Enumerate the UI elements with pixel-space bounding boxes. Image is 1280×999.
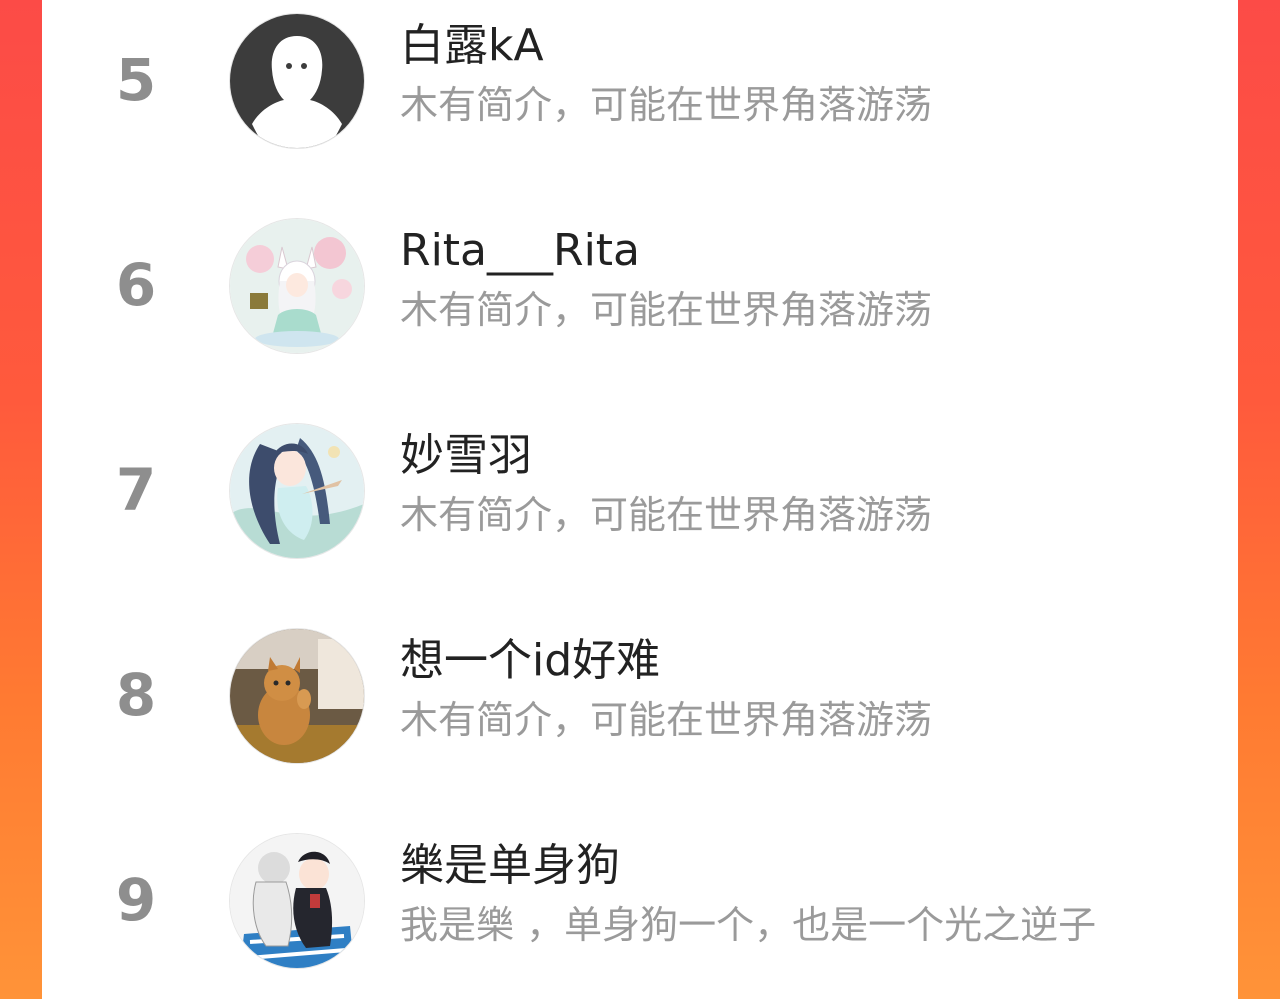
orange-cat-avatar-icon[interactable] <box>230 629 364 763</box>
user-bio: 木有简介，可能在世界角落游荡 <box>400 698 933 742</box>
ranking-row[interactable]: 7 妙雪羽 木有简介，可能在世界角落游荡 <box>42 410 1238 615</box>
rank-number: 8 <box>115 661 157 729</box>
ranking-row[interactable]: 9 樂是单身狗 我是樂 ，单身狗一个，也是一个光之逆子 <box>42 820 1238 999</box>
user-name[interactable]: 想一个id好难 <box>400 633 660 689</box>
rank-number: 6 <box>115 251 157 319</box>
ranking-row[interactable]: 5 白露kA 木有简介，可能在世界角落游荡 <box>42 0 1238 205</box>
anime-fox-girl-avatar-icon[interactable] <box>230 219 364 353</box>
user-bio: 木有简介，可能在世界角落游荡 <box>400 83 933 127</box>
rank-number: 9 <box>115 866 157 934</box>
user-bio: 我是樂 ，单身狗一个，也是一个光之逆子 <box>400 903 1097 947</box>
rank-number: 7 <box>115 456 157 524</box>
user-bio: 木有简介，可能在世界角落游荡 <box>400 288 933 332</box>
anime-boys-avatar-icon[interactable] <box>230 834 364 968</box>
default-ghost-avatar-icon[interactable] <box>230 14 364 148</box>
ranking-row[interactable]: 8 想一个id好难 木有简介，可能在世界角落游荡 <box>42 615 1238 820</box>
anime-girl-avatar-icon[interactable] <box>230 424 364 558</box>
user-name[interactable]: Rita___Rita <box>400 223 640 279</box>
rank-number: 5 <box>115 46 157 114</box>
user-name[interactable]: 樂是单身狗 <box>400 838 620 894</box>
ranking-page: 5 白露kA 木有简介，可能在世界角落游荡 6 Rita___Rita 木有简介… <box>0 0 1280 999</box>
user-name[interactable]: 白露kA <box>400 18 544 74</box>
ranking-row[interactable]: 6 Rita___Rita 木有简介，可能在世界角落游荡 <box>42 205 1238 410</box>
user-bio: 木有简介，可能在世界角落游荡 <box>400 493 933 537</box>
user-name[interactable]: 妙雪羽 <box>400 428 532 484</box>
ranking-list: 5 白露kA 木有简介，可能在世界角落游荡 6 Rita___Rita 木有简介… <box>42 0 1238 999</box>
